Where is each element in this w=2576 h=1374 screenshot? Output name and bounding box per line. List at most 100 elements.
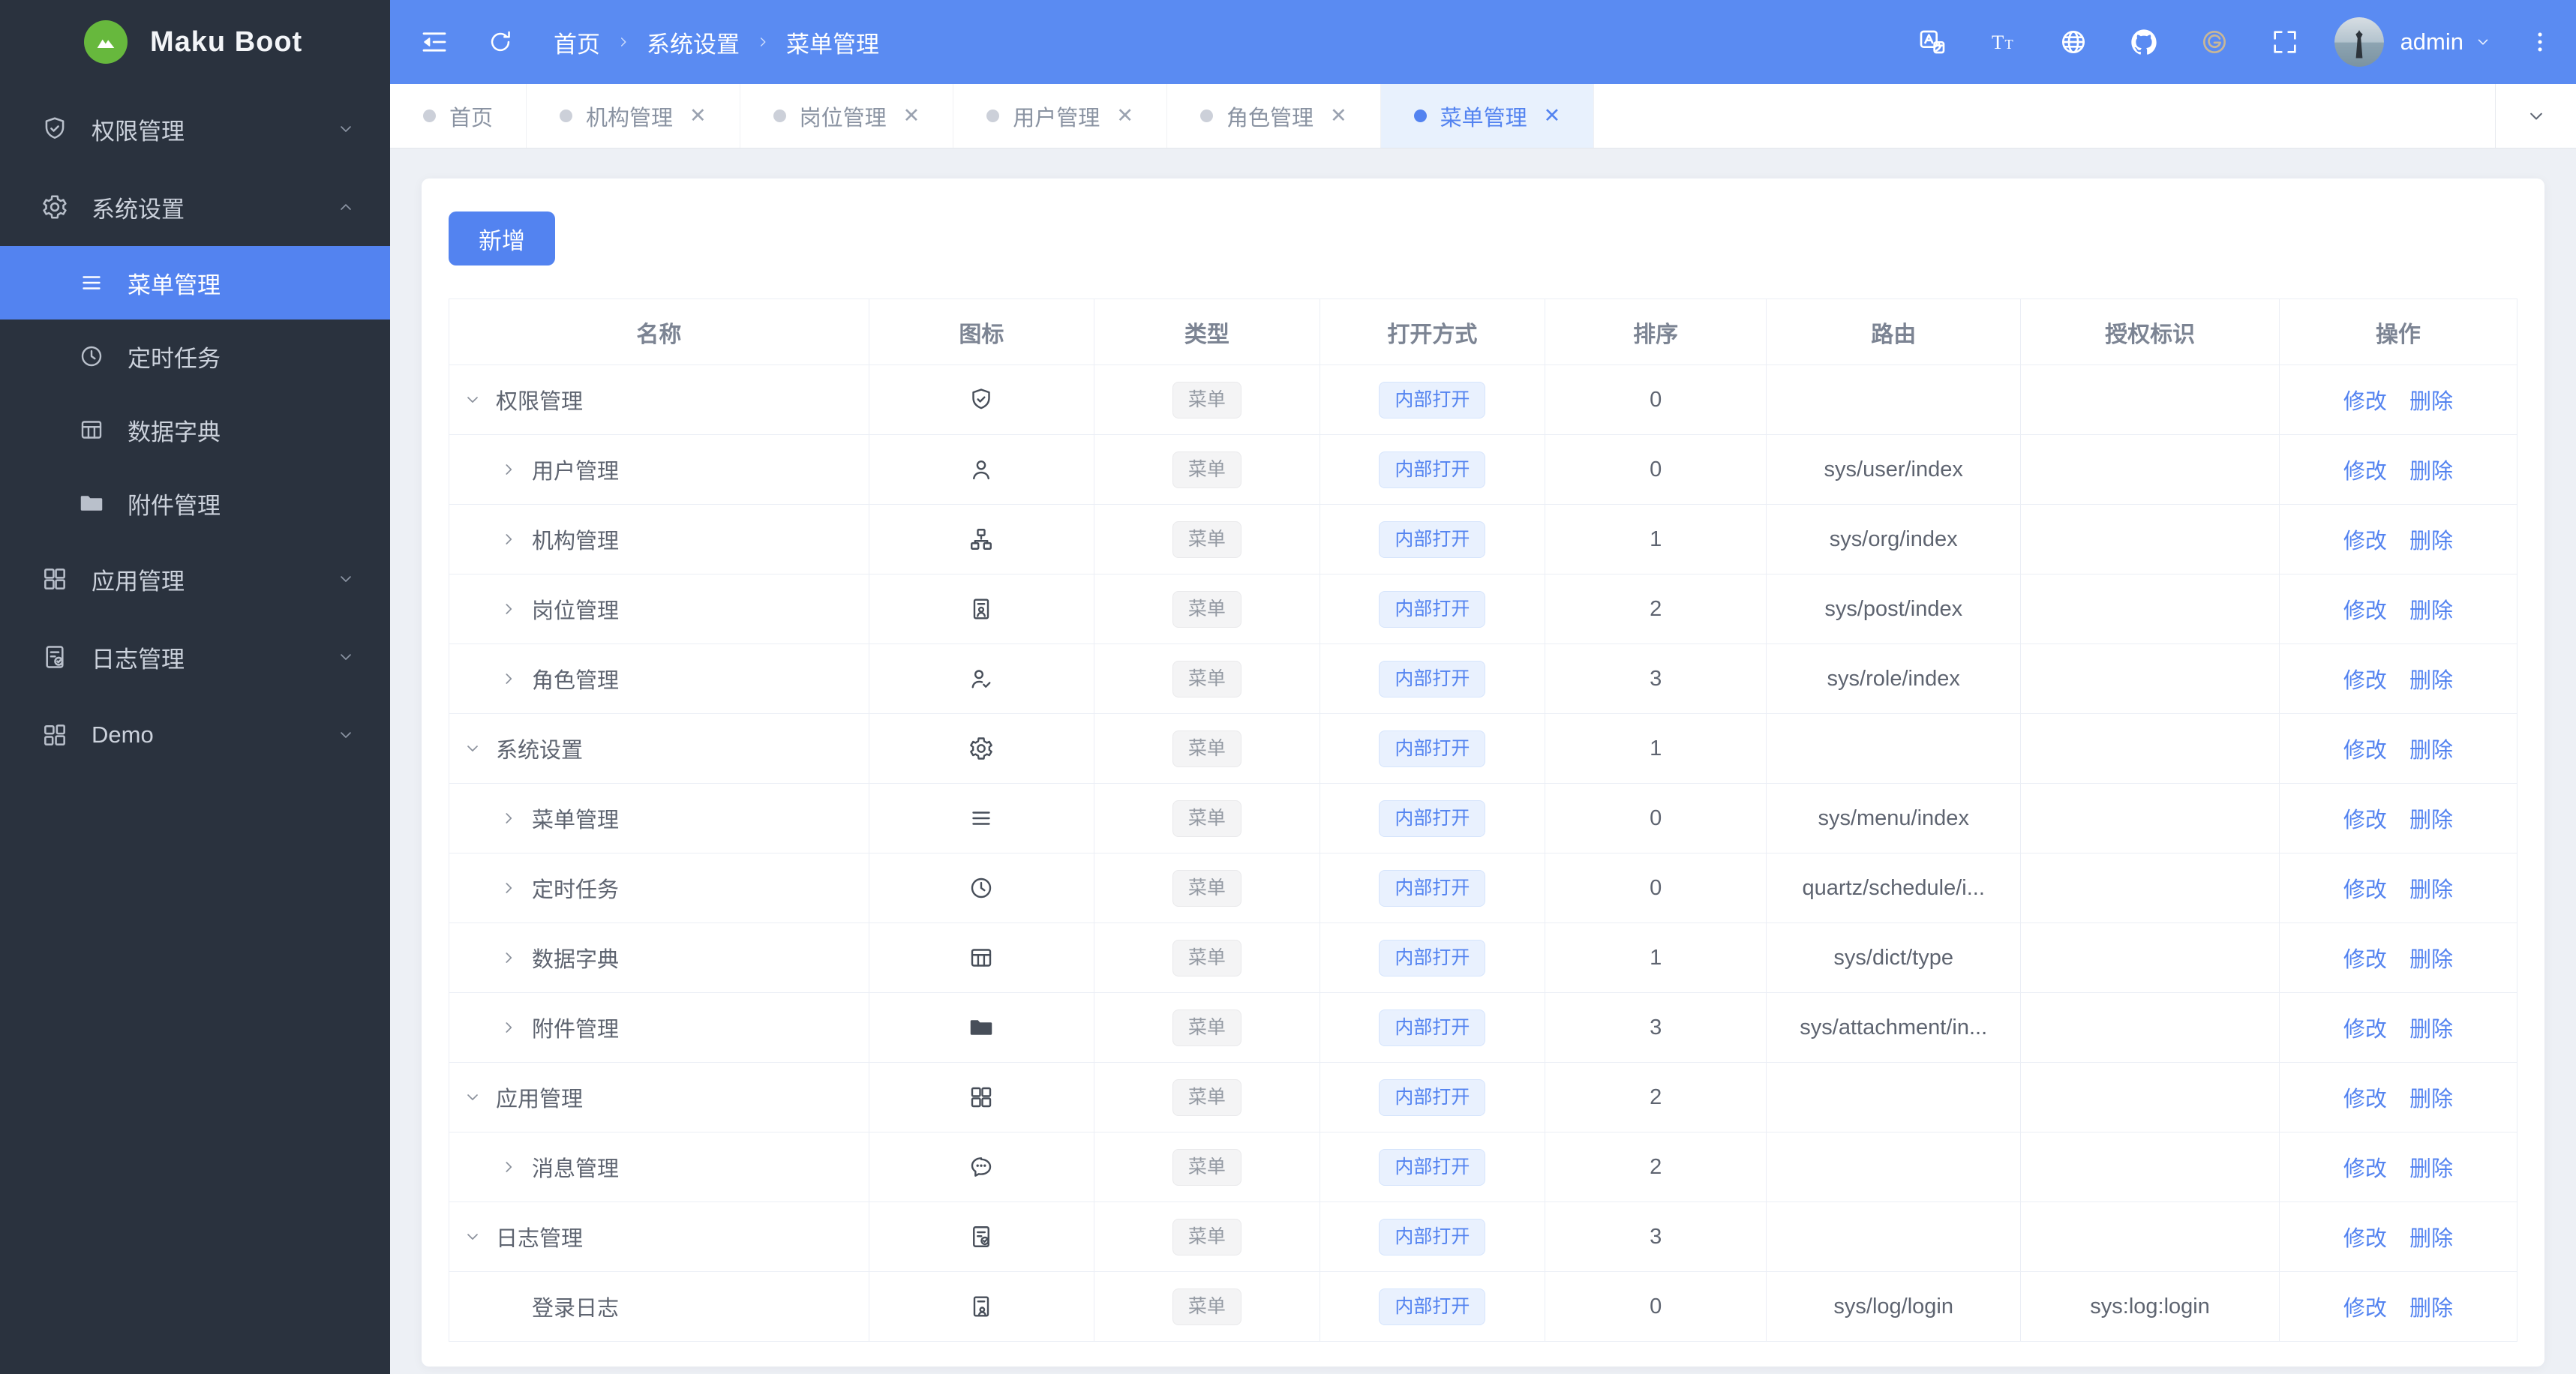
sidebar-subitem-data-dictionary[interactable]: 数据字典 <box>0 393 390 466</box>
chevron-right-icon[interactable] <box>499 878 532 898</box>
chevron-right-icon[interactable] <box>499 599 532 619</box>
edit-link[interactable]: 修改 <box>2343 1018 2387 1042</box>
edit-link[interactable]: 修改 <box>2343 460 2387 484</box>
delete-link[interactable]: 删除 <box>2409 739 2453 763</box>
breadcrumb-item[interactable]: 系统设置 <box>647 26 740 59</box>
edit-link[interactable]: 修改 <box>2343 1088 2387 1112</box>
name-cell: 消息管理 <box>449 1132 869 1202</box>
type-tag: 菜单 <box>1172 1078 1241 1116</box>
sidebar-item-system-settings[interactable]: 系统设置 <box>0 168 390 246</box>
tab-org-management[interactable]: 机构管理 ✕ <box>527 84 740 148</box>
type-tag: 菜单 <box>1172 800 1241 837</box>
tab-home[interactable]: 首页 <box>390 84 527 148</box>
dict-table-icon <box>968 944 995 971</box>
edit-link[interactable]: 修改 <box>2343 1227 2387 1251</box>
delete-link[interactable]: 删除 <box>2409 1227 2453 1251</box>
delete-link[interactable]: 删除 <box>2409 530 2453 554</box>
tab-user-management[interactable]: 用户管理 ✕ <box>953 84 1167 148</box>
delete-link[interactable]: 删除 <box>2409 460 2453 484</box>
chevron-right-icon[interactable] <box>499 948 532 968</box>
edit-link[interactable]: 修改 <box>2343 669 2387 693</box>
edit-link[interactable]: 修改 <box>2343 878 2387 902</box>
tab-menu-management[interactable]: 菜单管理 ✕ <box>1380 84 1595 148</box>
edit-link[interactable]: 修改 <box>2343 948 2387 972</box>
sort-cell: 1 <box>1545 922 1767 993</box>
delete-link[interactable]: 删除 <box>2409 390 2453 414</box>
delete-link[interactable]: 删除 <box>2409 878 2453 902</box>
chevron-right-icon[interactable] <box>499 1157 532 1177</box>
refresh-icon[interactable] <box>486 28 515 56</box>
sidebar-item-demo[interactable]: Demo <box>0 696 390 774</box>
font-size-icon[interactable]: TT <box>1988 27 2018 57</box>
fullscreen-icon[interactable] <box>2270 27 2300 57</box>
route-cell <box>1766 364 2022 435</box>
edit-link[interactable]: 修改 <box>2343 739 2387 763</box>
menu-lines-icon <box>968 805 995 832</box>
route-cell <box>1766 1202 2022 1272</box>
chevron-down-icon[interactable] <box>463 1227 496 1246</box>
close-icon[interactable]: ✕ <box>903 106 920 126</box>
username[interactable]: admin <box>2400 28 2463 56</box>
delete-link[interactable]: 删除 <box>2409 1157 2453 1181</box>
kebab-menu-icon[interactable] <box>2526 28 2553 56</box>
sort-cell: 1 <box>1545 713 1767 784</box>
delete-link[interactable]: 删除 <box>2409 1088 2453 1112</box>
sort-cell: 3 <box>1545 644 1767 714</box>
edit-link[interactable]: 修改 <box>2343 390 2387 414</box>
sidebar-subitem-attachment-management[interactable]: 附件管理 <box>0 466 390 540</box>
close-icon[interactable]: ✕ <box>1544 106 1561 126</box>
translate-icon[interactable] <box>1917 27 1947 57</box>
sidebar-item-permission-management[interactable]: 权限管理 <box>0 90 390 168</box>
breadcrumb-item[interactable]: 菜单管理 <box>786 26 879 59</box>
sort-cell: 2 <box>1545 1132 1767 1202</box>
chevron-right-icon[interactable] <box>499 530 532 549</box>
breadcrumb-item[interactable]: 首页 <box>554 26 600 59</box>
avatar[interactable] <box>2334 17 2384 67</box>
edit-link[interactable]: 修改 <box>2343 530 2387 554</box>
delete-link[interactable]: 删除 <box>2409 599 2453 623</box>
tab-dropdown[interactable] <box>2495 84 2576 148</box>
github-icon[interactable] <box>2129 27 2159 57</box>
tab-role-management[interactable]: 角色管理 ✕ <box>1166 84 1381 148</box>
permission-cell <box>2020 574 2280 644</box>
close-icon[interactable]: ✕ <box>1330 106 1347 126</box>
gitee-icon[interactable] <box>2199 27 2229 57</box>
sidebar-item-app-management[interactable]: 应用管理 <box>0 540 390 618</box>
sidebar-item-log-management[interactable]: 日志管理 <box>0 618 390 696</box>
sidebar-subitem-menu-management[interactable]: 菜单管理 <box>0 246 390 320</box>
table-row: 数据字典 菜单 内部打开 1 sys/dict/type 修改 删除 <box>449 922 2518 993</box>
edit-link[interactable]: 修改 <box>2343 1157 2387 1181</box>
collapse-menu-icon[interactable] <box>419 26 450 58</box>
delete-link[interactable]: 删除 <box>2409 1297 2453 1321</box>
delete-link[interactable]: 删除 <box>2409 948 2453 972</box>
delete-link[interactable]: 删除 <box>2409 808 2453 832</box>
type-cell: 菜单 <box>1094 1062 1320 1132</box>
add-button[interactable]: 新增 <box>449 212 555 266</box>
table-row: 机构管理 菜单 内部打开 1 sys/org/index 修改 删除 <box>449 504 2518 574</box>
globe-icon[interactable] <box>2058 27 2088 57</box>
actions-cell: 修改 删除 <box>2278 992 2518 1063</box>
delete-link[interactable]: 删除 <box>2409 669 2453 693</box>
chevron-right-icon[interactable] <box>499 1018 532 1037</box>
sidebar-subitem-scheduled-tasks[interactable]: 定时任务 <box>0 320 390 393</box>
close-icon[interactable]: ✕ <box>1116 106 1133 126</box>
delete-link[interactable]: 删除 <box>2409 1018 2453 1042</box>
chevron-down-icon[interactable] <box>2474 33 2492 51</box>
edit-link[interactable]: 修改 <box>2343 1297 2387 1321</box>
chevron-down-icon <box>336 725 356 745</box>
chevron-down-icon[interactable] <box>463 739 496 758</box>
chevron-right-icon[interactable] <box>499 669 532 688</box>
name-cell: 系统设置 <box>449 713 869 784</box>
menu-name: 权限管理 <box>496 390 584 414</box>
edit-link[interactable]: 修改 <box>2343 808 2387 832</box>
open-mode-cell: 内部打开 <box>1319 1132 1546 1202</box>
chevron-down-icon[interactable] <box>463 390 496 410</box>
chevron-right-icon[interactable] <box>499 808 532 828</box>
close-icon[interactable]: ✕ <box>689 106 707 126</box>
chevron-down-icon[interactable] <box>463 1088 496 1107</box>
chevron-right-icon[interactable] <box>499 460 532 479</box>
actions-cell: 修改 删除 <box>2278 434 2518 505</box>
edit-link[interactable]: 修改 <box>2343 599 2387 623</box>
type-tag: 菜单 <box>1172 1009 1241 1046</box>
tab-post-management[interactable]: 岗位管理 ✕ <box>740 84 954 148</box>
